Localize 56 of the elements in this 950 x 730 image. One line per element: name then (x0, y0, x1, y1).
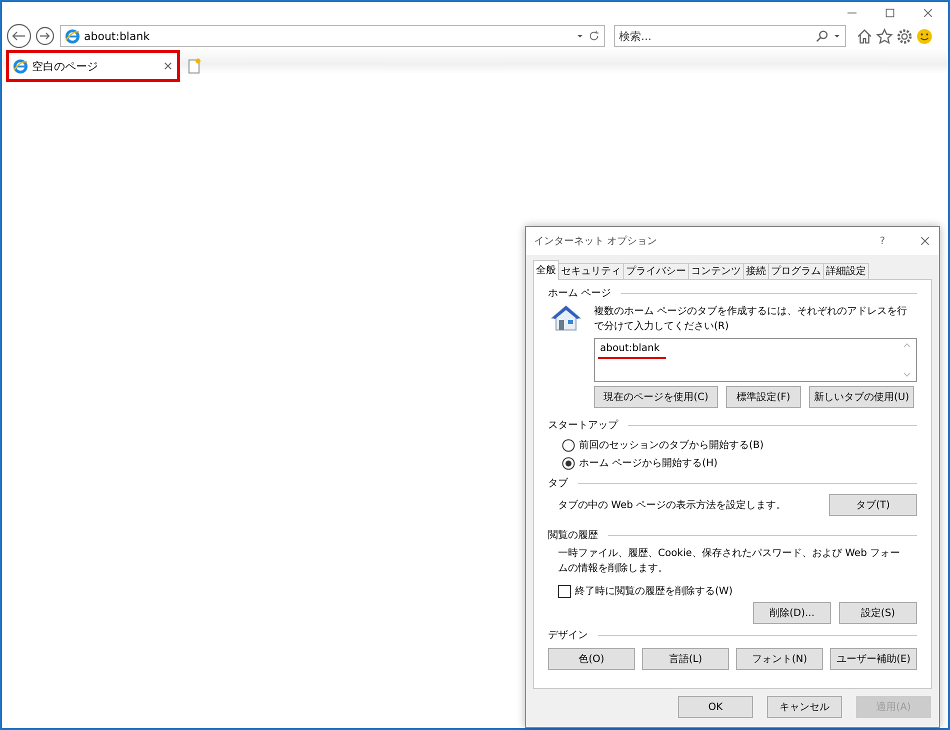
tab-settings-button[interactable]: タブ(T) (829, 494, 917, 516)
close-icon[interactable] (163, 61, 173, 71)
address-bar[interactable]: about:blank (60, 25, 605, 47)
homepage-address: about:blank (598, 342, 666, 359)
design-button[interactable]: フォント(N) (736, 648, 823, 670)
back-icon[interactable] (6, 23, 32, 49)
dialog-button[interactable]: OK (678, 696, 753, 718)
search-icon[interactable] (816, 30, 829, 42)
forward-icon[interactable] (35, 26, 55, 46)
browser-tab[interactable]: 空白のページ (6, 50, 180, 82)
section-heading: デザイン (548, 629, 588, 642)
section-heading: タブ (548, 476, 568, 490)
dropdown-icon[interactable] (833, 32, 841, 40)
homepage-button[interactable]: 現在のページを使用(C) (594, 386, 718, 408)
homepage-button[interactable]: 標準設定(F) (726, 386, 801, 408)
favorites-star-icon[interactable] (876, 28, 893, 44)
description-text: タブの中の Web ページの表示方法を設定します。 (558, 498, 786, 512)
search-field[interactable]: 検索... (614, 25, 846, 47)
section-heading: ホーム ページ (548, 287, 612, 300)
browser-logo-icon (65, 28, 80, 44)
checkbox-label: 終了時に閲覧の履歴を削除する(W) (575, 584, 733, 598)
design-button[interactable]: 言語(L) (642, 648, 729, 670)
history-button[interactable]: 設定(S) (839, 602, 917, 624)
checkbox[interactable] (558, 584, 571, 598)
close-icon[interactable] (922, 7, 934, 19)
maximize-icon[interactable] (884, 7, 896, 19)
design-button[interactable]: 色(O) (548, 648, 635, 670)
browser-logo-icon (13, 58, 28, 74)
description-text: 一時ファイル、履歴、Cookie、保存されたパスワード、および Web フォームの情報を削除します。 (558, 546, 902, 576)
dropdown-icon[interactable] (576, 32, 584, 40)
radio-label: ホーム ページから開始する(H) (579, 457, 718, 470)
scrollbar-icon (903, 342, 911, 378)
dialog-button[interactable]: キャンセル (767, 696, 842, 718)
radio-button[interactable] (562, 456, 575, 470)
tab-title: 空白のページ (32, 58, 99, 74)
radio-button[interactable] (562, 438, 575, 452)
new-tab-icon[interactable] (186, 58, 202, 74)
homepage-button[interactable]: 新しいタブの使用(U) (809, 386, 914, 408)
dialog-tab[interactable]: 詳細設定 (823, 263, 869, 280)
settings-icon[interactable] (896, 28, 913, 44)
section-heading: 閲覧の履歴 (548, 529, 598, 542)
instruction-text: 複数のホーム ページのタブを作成するには、それぞれのアドレスを行で分けて入力してください(R) (594, 304, 908, 334)
help-button[interactable]: ? (876, 236, 889, 246)
section-heading: スタートアップ (548, 418, 618, 432)
radio-label: 前回のセッションのタブから開始する(B) (579, 438, 764, 452)
dialog-tab[interactable]: 全般 (533, 260, 559, 280)
dialog-title: インターネット オプション (534, 234, 658, 248)
refresh-icon[interactable] (588, 30, 600, 42)
design-button[interactable]: ユーザー補助(E) (830, 648, 917, 670)
house-icon (550, 304, 582, 332)
homepage-field[interactable]: about:blank (594, 338, 917, 382)
close-icon[interactable] (919, 235, 931, 247)
home-icon[interactable] (856, 28, 873, 44)
history-button[interactable]: 削除(D)... (753, 602, 831, 624)
smiley-icon[interactable] (916, 28, 933, 44)
address-text: about:blank (84, 30, 151, 42)
